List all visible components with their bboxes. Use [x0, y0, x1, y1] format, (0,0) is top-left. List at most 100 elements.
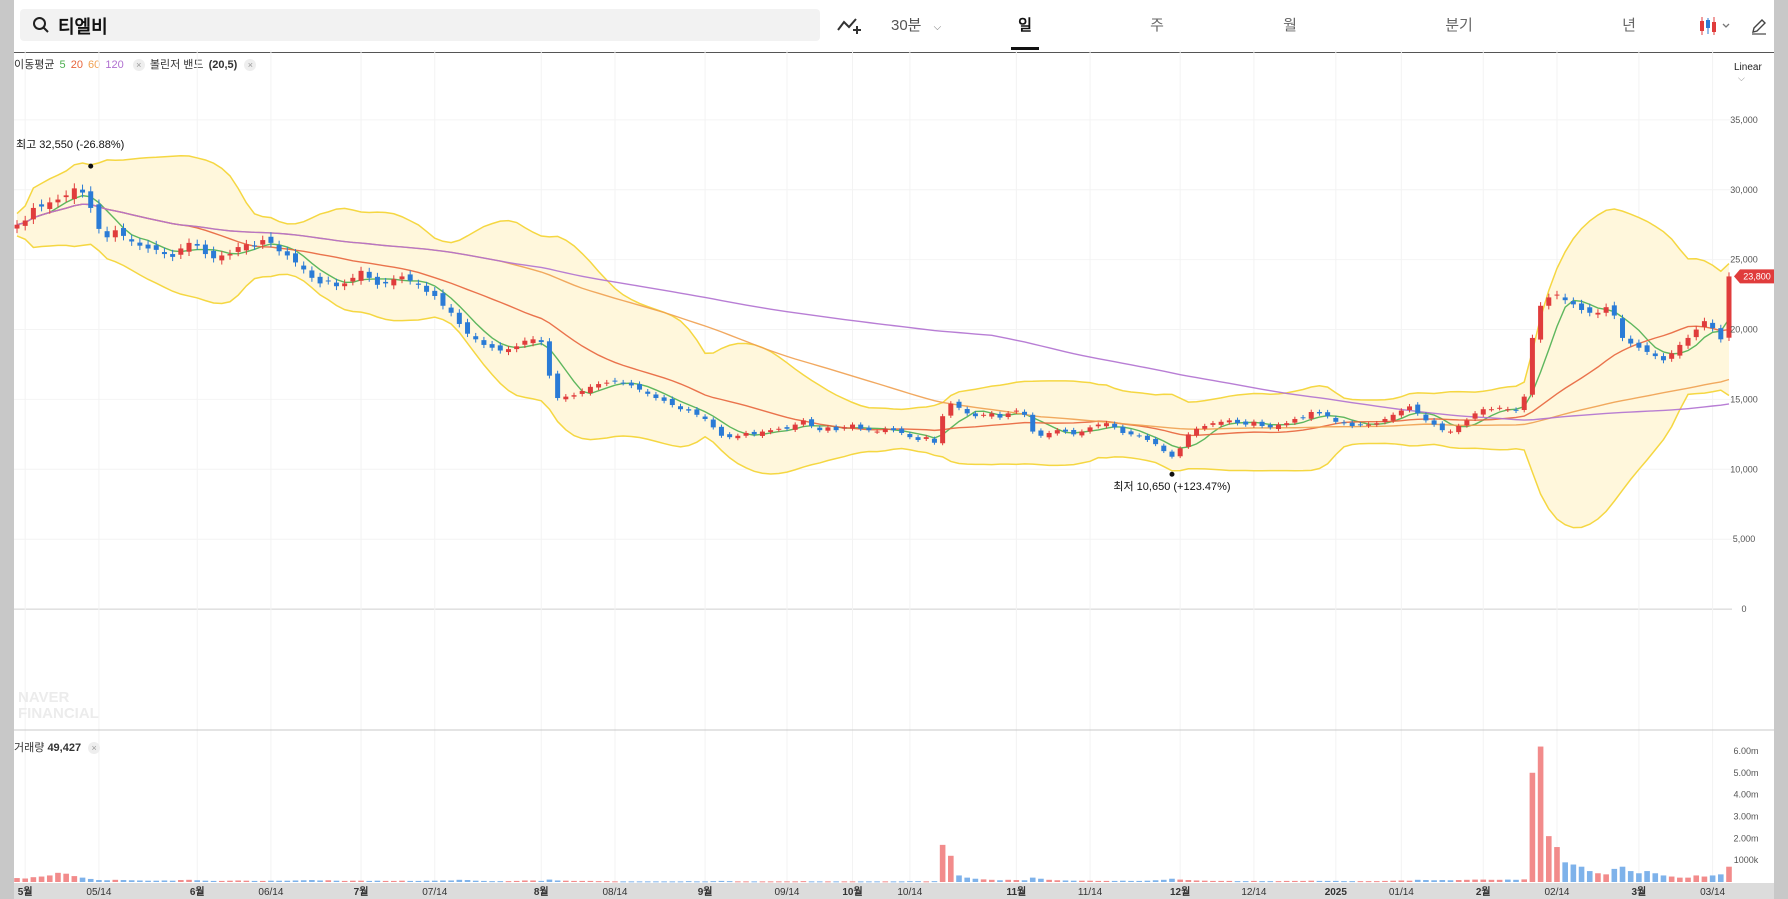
remove-volume-close-icon[interactable]: × — [88, 742, 101, 755]
volume-bar — [661, 881, 667, 883]
volume-bar — [423, 880, 430, 882]
volume-bar — [948, 855, 954, 882]
volume-bar — [1136, 880, 1143, 882]
date-tick-label: 11월 — [1006, 886, 1026, 898]
candle — [530, 339, 536, 344]
volume-bar — [825, 881, 831, 883]
candle — [1701, 321, 1707, 328]
volume-bar — [276, 880, 282, 882]
volume-bar — [1259, 881, 1265, 883]
volume-bar — [227, 880, 233, 882]
volume-bar — [1488, 879, 1495, 882]
candle — [1374, 423, 1380, 425]
candle — [1693, 329, 1699, 338]
volume-bar — [358, 880, 364, 882]
price-tick-label: 10,000 — [1730, 464, 1758, 474]
candle — [301, 265, 307, 270]
volume-bar — [1718, 874, 1724, 882]
volume-bar — [677, 881, 684, 883]
volume-bar — [300, 880, 307, 882]
volume-bar — [1062, 880, 1069, 882]
volume-bar — [1537, 746, 1544, 882]
candle — [342, 283, 348, 287]
candle — [596, 384, 602, 388]
candle — [972, 413, 978, 417]
candle — [227, 254, 233, 256]
candle — [309, 270, 315, 278]
price-chart[interactable]: 0 5,000 10,000 15,000 20,000 25,000 30,000 35,0… — [14, 0, 1774, 899]
volume-bar — [956, 875, 962, 882]
volume-bar — [120, 880, 127, 882]
volume-bar — [939, 844, 946, 882]
candle — [1554, 294, 1560, 296]
candle — [1095, 424, 1101, 427]
volume-bar — [882, 881, 889, 883]
volume-bar — [1349, 881, 1355, 883]
candle — [645, 391, 651, 394]
volume-bar — [1070, 880, 1077, 882]
candle — [661, 397, 667, 401]
candle — [538, 340, 544, 343]
volume-bar — [718, 880, 725, 882]
volume-bar — [1373, 881, 1380, 883]
candle — [1431, 420, 1437, 425]
volume-bar — [1201, 880, 1208, 882]
date-tick-label: 6월 — [190, 886, 205, 898]
volume-bar — [890, 881, 897, 883]
volume-bar — [55, 872, 61, 882]
volume-bar — [620, 881, 626, 883]
volume-bar — [808, 881, 815, 883]
candle — [129, 239, 135, 242]
volume-bar — [431, 880, 438, 882]
candle — [694, 409, 700, 415]
candle — [1423, 414, 1429, 421]
volume-bar — [1652, 873, 1659, 882]
date-tick-label: 08/14 — [602, 887, 627, 898]
volume-bar — [816, 881, 823, 883]
candle — [1013, 410, 1019, 412]
volume-bar — [1677, 877, 1683, 882]
volume-bar — [1439, 880, 1446, 882]
volume-bar — [988, 879, 995, 882]
volume-bar — [382, 880, 389, 882]
volume-bar — [923, 881, 930, 883]
volume-bar — [1144, 880, 1151, 882]
candle — [612, 380, 618, 382]
volume-bar — [391, 880, 397, 882]
volume-bar — [186, 879, 192, 882]
volume-bar — [22, 878, 28, 882]
price-tick-label: 35,000 — [1730, 115, 1758, 125]
candle — [1398, 410, 1404, 416]
candle — [1595, 312, 1601, 315]
candle — [1243, 421, 1249, 425]
volume-bar — [1472, 879, 1478, 882]
candle — [1620, 318, 1626, 338]
candle — [1292, 418, 1298, 423]
candle — [686, 409, 692, 411]
volume-bar — [1529, 772, 1536, 882]
date-tick-label: 2025 — [1325, 887, 1348, 898]
volume-bar — [1447, 880, 1454, 882]
candle — [825, 427, 831, 431]
candle — [71, 188, 77, 200]
date-tick-label: 01/14 — [1389, 887, 1414, 898]
volume-bar — [874, 881, 880, 883]
volume-bar — [1103, 880, 1110, 882]
volume-bar — [243, 880, 250, 882]
candle — [710, 419, 716, 428]
candle — [981, 414, 987, 416]
candle — [1071, 429, 1077, 435]
candle — [153, 245, 159, 250]
volume-bar — [210, 880, 217, 882]
volume-bar — [1693, 875, 1700, 882]
volume-bar — [685, 881, 692, 883]
candle — [1300, 417, 1306, 419]
candle — [1652, 353, 1658, 357]
volume-bar — [1595, 873, 1601, 882]
volume-bar — [456, 879, 463, 882]
volume-bar — [800, 881, 807, 883]
candle — [1169, 451, 1175, 457]
volume-bar — [1619, 866, 1626, 882]
candle — [604, 382, 610, 384]
volume-bar — [1316, 880, 1323, 882]
